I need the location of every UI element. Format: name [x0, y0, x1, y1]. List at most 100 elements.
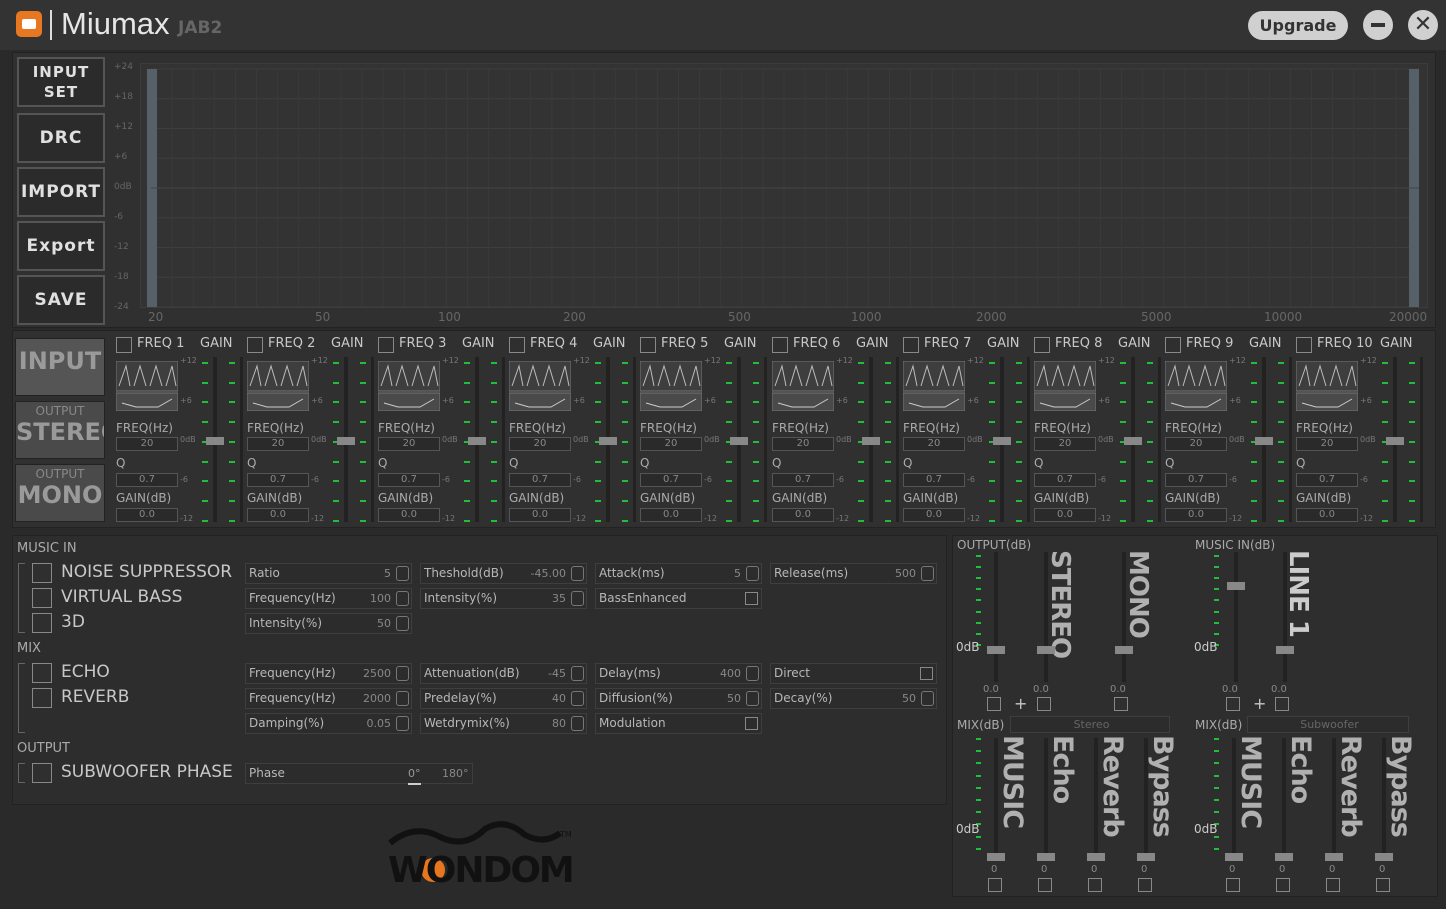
spinner-icon[interactable]	[571, 566, 584, 581]
spinner-icon[interactable]	[746, 566, 759, 581]
subwoofer-button[interactable]: Subwoofer	[1247, 716, 1409, 733]
mixer-slider-handle[interactable]	[1037, 646, 1055, 654]
param-field[interactable]: Modulation	[595, 713, 762, 734]
mix-slider-handle[interactable]	[1375, 853, 1393, 861]
band-enable-checkbox[interactable]	[378, 337, 394, 353]
mode-button-input[interactable]: INPUT	[15, 338, 105, 396]
band-gain-slider-handle[interactable]	[337, 437, 355, 445]
param-checkbox[interactable]	[745, 717, 758, 730]
mute-checkbox[interactable]	[1226, 697, 1240, 711]
param-field[interactable]: Theshold(dB) -45.00	[420, 563, 587, 584]
band-q-input[interactable]: 0.7	[1165, 473, 1227, 487]
band-gain-input[interactable]: 0.0	[509, 508, 571, 522]
band-gain-slider-handle[interactable]	[468, 437, 486, 445]
band-enable-checkbox[interactable]	[640, 337, 656, 353]
spinner-icon[interactable]	[746, 666, 759, 681]
param-field[interactable]: Delay(ms) 400	[595, 663, 762, 684]
band-q-input[interactable]: 0.7	[1296, 473, 1358, 487]
mix-checkbox[interactable]	[1038, 878, 1052, 892]
band-filter-type-icon[interactable]	[1033, 360, 1097, 412]
band-filter-type-icon[interactable]	[1164, 360, 1228, 412]
mix-checkbox[interactable]	[988, 878, 1002, 892]
mute-checkbox[interactable]	[1037, 697, 1051, 711]
phase-0-option[interactable]: 0°	[408, 764, 421, 785]
mix-slider-handle[interactable]	[1137, 853, 1155, 861]
mix-checkbox[interactable]	[1088, 878, 1102, 892]
mix-checkbox[interactable]	[1276, 878, 1290, 892]
band-freq-input[interactable]: 20	[640, 437, 702, 451]
spinner-icon[interactable]	[396, 566, 409, 581]
stereo-button[interactable]: Stereo	[1010, 716, 1170, 733]
band-gain-input[interactable]: 0.0	[1165, 508, 1227, 522]
band-filter-type-icon[interactable]	[246, 360, 310, 412]
band-q-input[interactable]: 0.7	[640, 473, 702, 487]
band-freq-input[interactable]: 20	[772, 437, 834, 451]
param-field[interactable]: Ratio 5	[245, 563, 412, 584]
band-enable-checkbox[interactable]	[247, 337, 263, 353]
band-freq-input[interactable]: 20	[247, 437, 309, 451]
mute-checkbox[interactable]	[1275, 697, 1289, 711]
band-gain-input[interactable]: 0.0	[116, 508, 178, 522]
mix-slider-handle[interactable]	[1087, 853, 1105, 861]
band-enable-checkbox[interactable]	[509, 337, 525, 353]
sidebar-button-1[interactable]: DRC	[17, 113, 105, 163]
band-gain-slider-handle[interactable]	[730, 437, 748, 445]
mixer-slider-track[interactable]	[994, 552, 998, 682]
spinner-icon[interactable]	[571, 666, 584, 681]
band-gain-slider-handle[interactable]	[1255, 437, 1273, 445]
mix-slider-handle[interactable]	[1037, 853, 1055, 861]
band-filter-type-icon[interactable]	[771, 360, 835, 412]
band-enable-checkbox[interactable]	[772, 337, 788, 353]
sidebar-button-2[interactable]: IMPORT	[17, 167, 105, 217]
mixer-slider-track[interactable]	[1044, 552, 1048, 682]
band-freq-input[interactable]: 20	[116, 437, 178, 451]
minimize-button[interactable]	[1363, 10, 1393, 40]
phase-180-option[interactable]: 180°	[442, 764, 469, 783]
band-gain-input[interactable]: 0.0	[772, 508, 834, 522]
param-field[interactable]: Intensity(%) 35	[420, 588, 587, 609]
band-q-input[interactable]: 0.7	[772, 473, 834, 487]
param-field[interactable]: Release(ms) 500	[770, 563, 937, 584]
band-enable-checkbox[interactable]	[1034, 337, 1050, 353]
param-field[interactable]: Frequency(Hz) 2500	[245, 663, 412, 684]
spinner-icon[interactable]	[396, 616, 409, 631]
mixer-slider-handle[interactable]	[1276, 646, 1294, 654]
band-gain-input[interactable]: 0.0	[640, 508, 702, 522]
band-q-input[interactable]: 0.7	[903, 473, 965, 487]
param-checkbox[interactable]	[745, 592, 758, 605]
spinner-icon[interactable]	[571, 716, 584, 731]
option-checkbox[interactable]	[32, 688, 52, 708]
param-field[interactable]: Frequency(Hz) 2000	[245, 688, 412, 709]
param-field[interactable]: Frequency(Hz) 100	[245, 588, 412, 609]
phase-field[interactable]: Phase 0° 180°	[245, 763, 473, 785]
band-gain-slider-handle[interactable]	[862, 437, 880, 445]
band-filter-type-icon[interactable]	[639, 360, 703, 412]
spinner-icon[interactable]	[571, 591, 584, 606]
mute-checkbox[interactable]	[1114, 697, 1128, 711]
mix-slider-handle[interactable]	[987, 853, 1005, 861]
band-filter-type-icon[interactable]	[508, 360, 572, 412]
sidebar-button-0[interactable]: INPUT SET	[17, 57, 105, 107]
option-checkbox[interactable]	[32, 663, 52, 683]
param-field[interactable]: Attack(ms) 5	[595, 563, 762, 584]
band-freq-input[interactable]: 20	[1296, 437, 1358, 451]
param-field[interactable]: Direct	[770, 663, 937, 684]
spinner-icon[interactable]	[396, 691, 409, 706]
spinner-icon[interactable]	[571, 691, 584, 706]
band-gain-slider-handle[interactable]	[206, 437, 224, 445]
band-gain-slider-handle[interactable]	[599, 437, 617, 445]
mixer-slider-track[interactable]	[1283, 552, 1287, 682]
option-checkbox[interactable]	[32, 588, 52, 608]
band-q-input[interactable]: 0.7	[1034, 473, 1096, 487]
band-gain-input[interactable]: 0.0	[1296, 508, 1358, 522]
mixer-slider-track[interactable]	[1234, 552, 1238, 682]
band-enable-checkbox[interactable]	[116, 337, 132, 353]
mode-button-mono[interactable]: OUTPUT MONO	[15, 464, 105, 522]
spinner-icon[interactable]	[746, 691, 759, 706]
band-enable-checkbox[interactable]	[1165, 337, 1181, 353]
mixer-slider-track[interactable]	[1122, 552, 1126, 682]
band-gain-slider-handle[interactable]	[993, 437, 1011, 445]
param-checkbox[interactable]	[920, 667, 933, 680]
band-gain-input[interactable]: 0.0	[1034, 508, 1096, 522]
mix-slider-handle[interactable]	[1225, 853, 1243, 861]
